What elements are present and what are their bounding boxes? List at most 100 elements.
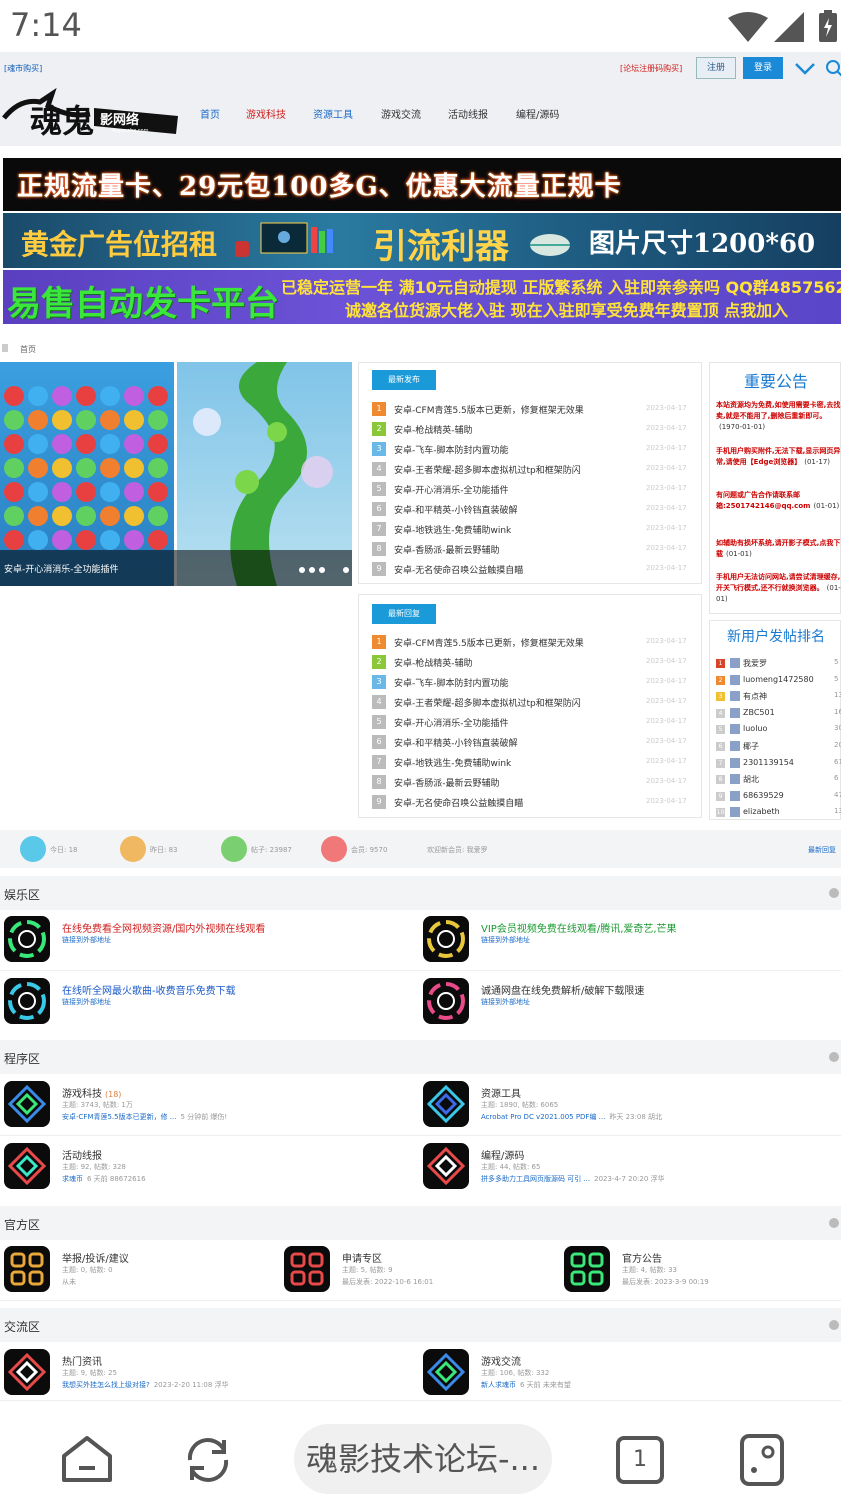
forum-name[interactable]: 官方公告 bbox=[622, 1250, 662, 1265]
section-programs[interactable]: 程序区 bbox=[0, 1040, 841, 1074]
replies-tab[interactable]: 最新回复 bbox=[372, 604, 436, 624]
forum-last-post[interactable]: 从未 bbox=[62, 1277, 76, 1287]
item-title[interactable]: 安卓-香肠派-最新云野辅助 bbox=[394, 543, 500, 556]
list-item[interactable]: 1 安卓-CFM青莲5.5版本已更新，修复框架无效果 2023-04-17 bbox=[372, 400, 692, 418]
list-item[interactable]: 4 安卓-王者荣耀-超多脚本虚拟机过tp和框架防闪 2023-04-17 bbox=[372, 693, 692, 711]
menu-icon[interactable] bbox=[740, 1434, 784, 1486]
username[interactable]: elizabeth bbox=[743, 807, 780, 816]
avatar[interactable] bbox=[730, 674, 740, 685]
username[interactable]: 胡北 bbox=[743, 774, 759, 785]
list-item[interactable]: 2 安卓-枪战精英-辅助 2023-04-17 bbox=[372, 653, 692, 671]
avatar[interactable] bbox=[730, 774, 740, 785]
last-post-title[interactable]: 最后发表: 2023-3-9 00:19 bbox=[622, 1278, 709, 1286]
latest-reply-link[interactable]: 最新回复 bbox=[808, 845, 836, 855]
avatar[interactable] bbox=[730, 724, 740, 735]
forum-name-text[interactable]: 申请专区 bbox=[342, 1254, 382, 1265]
forum-icon[interactable] bbox=[4, 1143, 50, 1189]
avatar[interactable] bbox=[730, 790, 740, 801]
last-post-title[interactable]: Acrobat Pro DC v2021.005 PDF编 ... bbox=[481, 1113, 605, 1121]
last-post-title[interactable]: 拼多多助力工具网页版源码 可引 ... bbox=[481, 1175, 590, 1183]
forum-name[interactable]: 活动线报 bbox=[62, 1147, 102, 1162]
list-item[interactable]: 1 安卓-CFM青莲5.5版本已更新，修复框架无效果 2023-04-17 bbox=[372, 633, 692, 651]
ranking-row[interactable]: 6 椰子 20 bbox=[716, 740, 841, 754]
username[interactable]: luomeng1472580 bbox=[743, 675, 814, 684]
forum-icon[interactable] bbox=[4, 978, 50, 1024]
item-title[interactable]: 安卓-枪战精英-辅助 bbox=[394, 656, 473, 669]
slideshow[interactable]: 安卓-开心消消乐-全功能插件 bbox=[0, 362, 352, 586]
forum-name[interactable]: 在线听全网最火歌曲-收费音乐免费下载 bbox=[62, 982, 236, 997]
section-official[interactable]: 官方区 bbox=[0, 1206, 841, 1240]
nav-game-exchange[interactable]: 游戏交流 bbox=[381, 106, 421, 121]
forum-name-text[interactable]: 诚通网盘在线免费解析/破解下载限速 bbox=[481, 986, 644, 997]
slide-dot[interactable] bbox=[319, 567, 325, 573]
forum-item[interactable]: 申请专区 主题: 5, 帖数: 9 最后发表: 2022-10-6 16:01 bbox=[284, 1246, 554, 1306]
chevron-down-icon[interactable] bbox=[794, 60, 816, 78]
list-item[interactable]: 7 安卓-地铁逃生-免费辅助wink 2023-04-17 bbox=[372, 753, 692, 771]
forum-name-text[interactable]: VIP会员视频免费在线观看/腾讯,爱奇艺,芒果 bbox=[481, 924, 677, 935]
forum-item[interactable]: 活动线报 主题: 92, 帖数: 328 求魂币 6 天前 88672616 bbox=[4, 1143, 404, 1203]
item-title[interactable]: 安卓-和平精英-小铃铛直装破解 bbox=[394, 503, 518, 516]
forum-name[interactable]: 举报/投诉/建议 bbox=[62, 1250, 129, 1265]
item-title[interactable]: 安卓-CFM青莲5.5版本已更新，修复框架无效果 bbox=[394, 403, 584, 416]
forum-name-text[interactable]: 资源工具 bbox=[481, 1089, 521, 1100]
slide-dot[interactable] bbox=[343, 567, 349, 573]
item-title[interactable]: 安卓-无名使命召唤公益触摸自瞄 bbox=[394, 796, 523, 809]
ranking-row[interactable]: 1 我爱罗 5 bbox=[716, 657, 841, 671]
ranking-row[interactable]: 3 有点神 13 bbox=[716, 690, 841, 704]
avatar[interactable] bbox=[730, 757, 740, 768]
item-title[interactable]: 安卓-地铁逃生-免费辅助wink bbox=[394, 756, 511, 769]
forum-icon[interactable] bbox=[4, 1349, 50, 1395]
username[interactable]: 2301139154 bbox=[743, 758, 794, 767]
breadcrumb[interactable]: 首页 bbox=[20, 344, 36, 355]
login-button[interactable]: 登录 bbox=[743, 57, 783, 79]
notice-text[interactable]: 手机用户无法访问网站,请尝试清理缓存,开关飞行模式,还不行就换浏览器。 bbox=[716, 573, 840, 592]
slide-dot[interactable] bbox=[309, 567, 315, 573]
forum-item[interactable]: 游戏科技 (18) 主题: 3743, 帖数: 1万 安卓-CFM青莲5.5版本已更新… bbox=[4, 1081, 404, 1141]
forum-last-post[interactable]: 最后发表: 2023-3-9 00:19 bbox=[622, 1277, 709, 1287]
list-item[interactable]: 6 安卓-和平精英-小铃铛直装破解 2023-04-17 bbox=[372, 733, 692, 751]
banner-data-card[interactable]: 正规流量卡、29元包100多G、优惠大流量正规卡 bbox=[3, 158, 841, 211]
item-title[interactable]: 安卓-王者荣耀-超多脚本虚拟机过tp和框架防闪 bbox=[394, 696, 581, 709]
forum-item[interactable]: VIP会员视频免费在线观看/腾讯,爱奇艺,芒果 链接到外部地址 bbox=[423, 916, 823, 976]
forum-item[interactable]: 举报/投诉/建议 主题: 0, 帖数: 0 从未 bbox=[4, 1246, 274, 1306]
slide-dot[interactable] bbox=[299, 567, 305, 573]
forum-name-text[interactable]: 活动线报 bbox=[62, 1151, 102, 1162]
forum-item[interactable]: 诚通网盘在线免费解析/破解下载限速 链接到外部地址 bbox=[423, 978, 823, 1038]
buy-link[interactable]: [魂市购买] bbox=[4, 63, 42, 74]
banner-ad-space[interactable]: 黄金广告位招租 引流利器 图片尺寸1200*60 bbox=[3, 213, 841, 268]
item-title[interactable]: 安卓-飞车-脚本防封内置功能 bbox=[394, 443, 509, 456]
item-title[interactable]: 安卓-无名使命召唤公益触摸自瞄 bbox=[394, 563, 523, 576]
notice-item[interactable]: 如辅助有损坏系统,请开影子模式,点我下载 (01-01) bbox=[716, 538, 841, 570]
latest-tab[interactable]: 最新发布 bbox=[372, 370, 436, 390]
notice-item[interactable]: 有问题或广告合作请联系邮箱:2501742146@qq.com (01-01) bbox=[716, 490, 841, 536]
forum-last-post[interactable]: 最后发表: 2022-10-6 16:01 bbox=[342, 1277, 433, 1287]
forum-icon[interactable] bbox=[423, 1081, 469, 1127]
forum-name[interactable]: 热门资讯 bbox=[62, 1353, 102, 1368]
forum-name-text[interactable]: 在线免费看全网视频资源/国内外视频在线观看 bbox=[62, 924, 265, 935]
username[interactable]: luoluo bbox=[743, 724, 767, 733]
nav-resource-tools[interactable]: 资源工具 bbox=[313, 106, 353, 121]
register-code-link[interactable]: [论坛注册码购买] bbox=[620, 63, 682, 74]
item-title[interactable]: 安卓-香肠派-最新云野辅助 bbox=[394, 776, 500, 789]
list-item[interactable]: 5 安卓-开心消消乐-全功能插件 2023-04-17 bbox=[372, 713, 692, 731]
last-post-title[interactable]: 新人求魂币 bbox=[481, 1381, 516, 1389]
item-title[interactable]: 安卓-枪战精英-辅助 bbox=[394, 423, 473, 436]
banner-auto-card-platform[interactable]: 易售自动发卡平台 已稳定运营一年 满10元自动提现 正版繁系统 入驻即亲参亲吗 … bbox=[3, 270, 841, 324]
forum-item[interactable]: 在线听全网最火歌曲-收费音乐免费下载 链接到外部地址 bbox=[4, 978, 404, 1038]
list-item[interactable]: 3 安卓-飞车-脚本防封内置功能 2023-04-17 bbox=[372, 673, 692, 691]
list-item[interactable]: 2 安卓-枪战精英-辅助 2023-04-17 bbox=[372, 420, 692, 438]
notice-text[interactable]: 本站资源均为免费,如使用需要卡密,去找卖,就是不能用了,删除后重新即可。 bbox=[716, 401, 840, 420]
list-item[interactable]: 9 安卓-无名使命召唤公益触摸自瞄 2023-04-17 bbox=[372, 560, 692, 578]
forum-name[interactable]: 资源工具 bbox=[481, 1085, 521, 1100]
forum-icon[interactable] bbox=[423, 1349, 469, 1395]
forum-name[interactable]: 申请专区 bbox=[342, 1250, 382, 1265]
item-title[interactable]: 安卓-CFM青莲5.5版本已更新，修复框架无效果 bbox=[394, 636, 584, 649]
item-title[interactable]: 安卓-王者荣耀-超多脚本虚拟机过tp和框架防闪 bbox=[394, 463, 581, 476]
forum-item[interactable]: 官方公告 主题: 4, 帖数: 33 最后发表: 2023-3-9 00:19 bbox=[564, 1246, 834, 1306]
username[interactable]: ZBC501 bbox=[743, 708, 775, 717]
forum-icon[interactable] bbox=[423, 916, 469, 962]
ranking-row[interactable]: 4 ZBC501 16 bbox=[716, 707, 841, 721]
forum-name-text[interactable]: 游戏科技 bbox=[62, 1089, 102, 1100]
forum-item[interactable]: 编程/源码 主题: 44, 帖数: 65 拼多多助力工具网页版源码 可引 ... 20… bbox=[423, 1143, 823, 1203]
section-entertainment[interactable]: 娱乐区 bbox=[0, 876, 841, 910]
